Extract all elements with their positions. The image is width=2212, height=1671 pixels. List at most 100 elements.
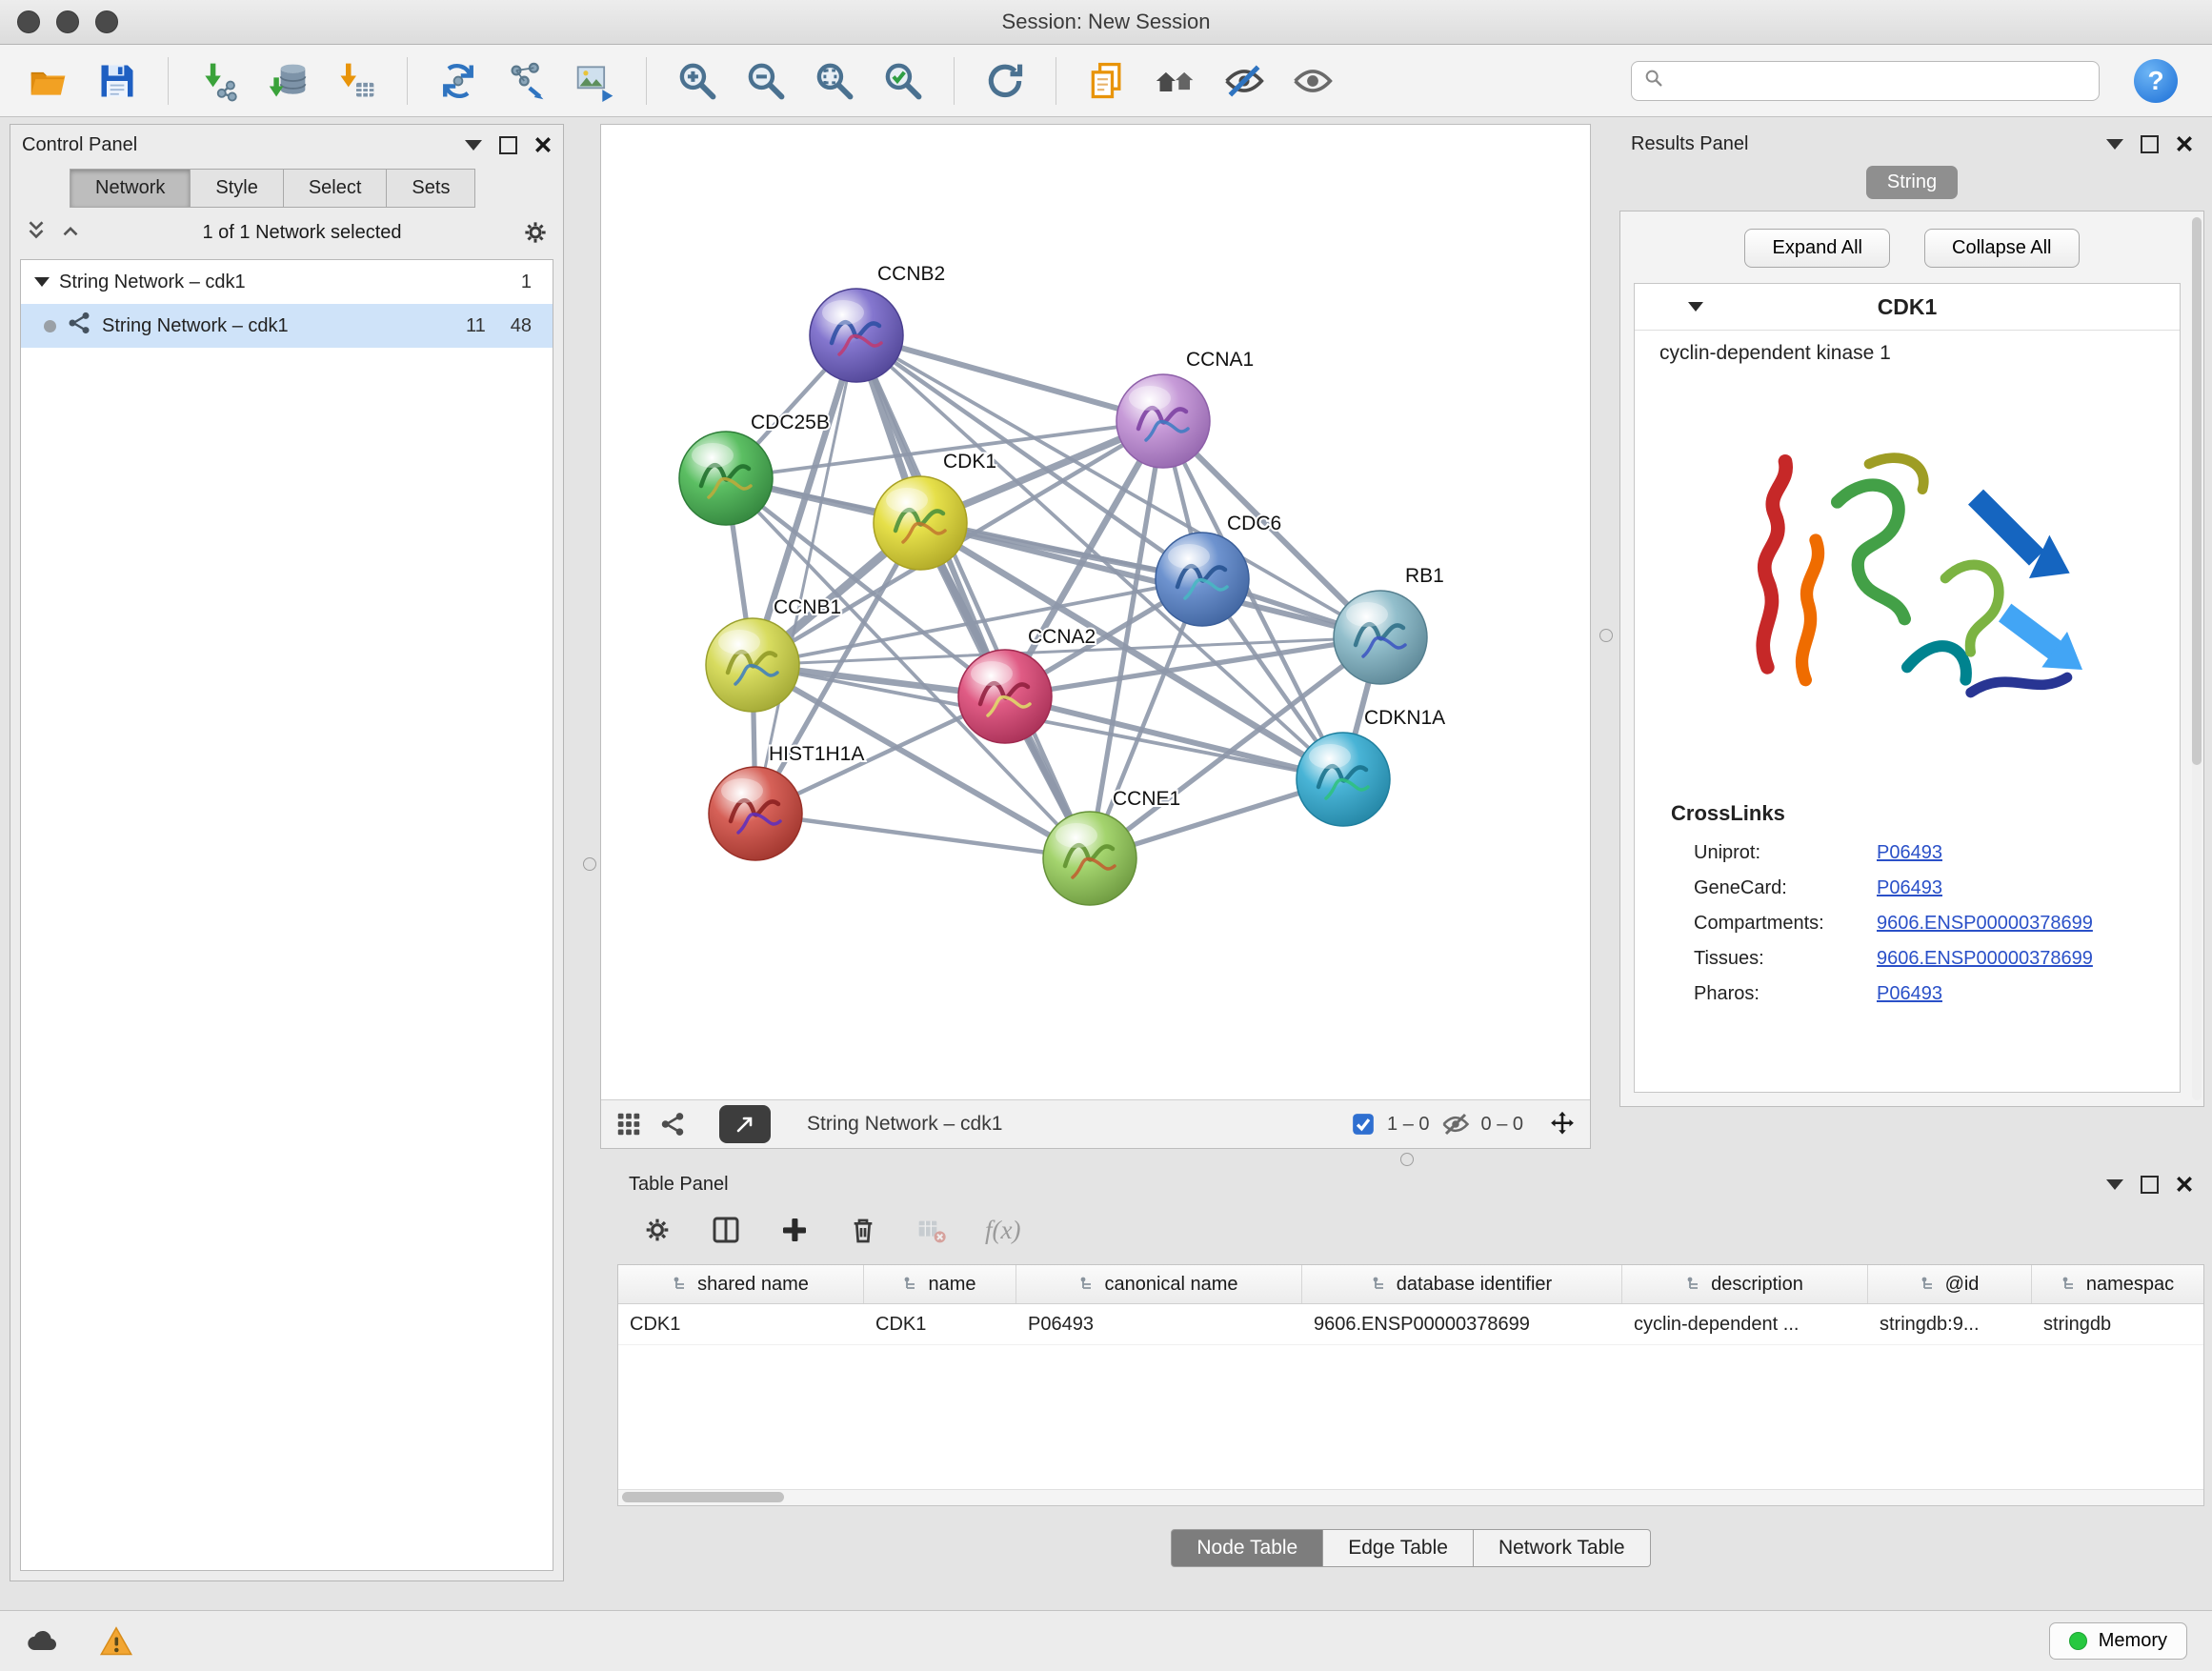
- new-network-from-selection-button[interactable]: [497, 52, 556, 110]
- vertical-splitter-handle[interactable]: [583, 857, 596, 871]
- table-row[interactable]: CDK1 CDK1 P06493 9606.ENSP00000378699 cy…: [618, 1304, 2203, 1345]
- column-header[interactable]: description: [1622, 1265, 1868, 1303]
- crosslink-link-genecard[interactable]: P06493: [1877, 877, 1942, 899]
- cell-database-identifier[interactable]: 9606.ENSP00000378699: [1302, 1314, 1622, 1336]
- network-node-CDKN1A[interactable]: CDKN1A: [1297, 707, 1445, 826]
- panel-float-icon[interactable]: [2106, 1179, 2123, 1190]
- home-overview-button[interactable]: [1146, 52, 1205, 110]
- zoom-in-button[interactable]: [668, 52, 727, 110]
- minimize-window-icon[interactable]: [56, 10, 79, 33]
- search-input[interactable]: [1672, 69, 2087, 92]
- open-session-button[interactable]: [19, 52, 78, 110]
- panel-float-icon[interactable]: [465, 140, 482, 151]
- hidden-elements-eye-icon[interactable]: [1441, 1110, 1470, 1138]
- annotation-mode-button[interactable]: [719, 1105, 771, 1143]
- memory-button[interactable]: Memory: [2049, 1622, 2187, 1660]
- collapse-all-button[interactable]: Collapse All: [1924, 229, 2080, 268]
- horizontal-splitter-handle[interactable]: [1400, 1153, 1414, 1166]
- tab-edge-table[interactable]: Edge Table: [1323, 1529, 1474, 1567]
- cell-description[interactable]: cyclin-dependent ...: [1622, 1314, 1868, 1336]
- tab-string-results[interactable]: String: [1866, 166, 1958, 199]
- gear-icon[interactable]: [521, 218, 550, 247]
- tab-style[interactable]: Style: [191, 169, 283, 208]
- copy-document-button[interactable]: [1077, 52, 1136, 110]
- column-header[interactable]: shared name: [618, 1265, 864, 1303]
- vertical-splitter-handle[interactable]: [1599, 629, 1613, 642]
- network-collection-row[interactable]: String Network – cdk1 1: [21, 260, 553, 304]
- add-column-icon[interactable]: [779, 1215, 810, 1245]
- cell-id[interactable]: stringdb:9...: [1868, 1314, 2032, 1336]
- panel-maximize-icon[interactable]: [499, 136, 517, 154]
- refresh-button[interactable]: [975, 52, 1035, 110]
- collection-expand-icon[interactable]: [34, 277, 50, 287]
- protein-header[interactable]: CDK1: [1635, 284, 2180, 331]
- expand-tree-icon[interactable]: [24, 218, 49, 248]
- birds-eye-view-icon[interactable]: [614, 1110, 643, 1138]
- cell-canonical-name[interactable]: P06493: [1016, 1314, 1302, 1336]
- crosslink-link-compartments[interactable]: 9606.ENSP00000378699: [1877, 913, 2093, 935]
- column-header[interactable]: database identifier: [1302, 1265, 1622, 1303]
- warning-icon[interactable]: [99, 1624, 133, 1659]
- toolbar-separator: [954, 57, 955, 105]
- table-horizontal-scrollbar[interactable]: [618, 1489, 2203, 1505]
- network-node-CDK1[interactable]: CDK1: [874, 451, 996, 570]
- share-network-icon[interactable]: [658, 1110, 687, 1138]
- crosslink-link-uniprot[interactable]: P06493: [1877, 842, 1942, 864]
- network-edge[interactable]: [755, 335, 856, 814]
- table-settings-gear-icon[interactable]: [642, 1215, 673, 1245]
- tab-select[interactable]: Select: [284, 169, 388, 208]
- column-header[interactable]: namespac: [2032, 1265, 2203, 1303]
- show-hide-button[interactable]: [1215, 52, 1274, 110]
- panel-float-icon[interactable]: [2106, 139, 2123, 150]
- help-button[interactable]: ?: [2134, 59, 2178, 103]
- crosslink-link-tissues[interactable]: 9606.ENSP00000378699: [1877, 948, 2093, 970]
- export-image-button[interactable]: [566, 52, 625, 110]
- import-network-from-file-button[interactable]: [190, 52, 249, 110]
- show-columns-icon[interactable]: [711, 1215, 741, 1245]
- panel-close-icon[interactable]: [2176, 135, 2193, 152]
- expand-all-button[interactable]: Expand All: [1744, 229, 1890, 268]
- tab-node-table[interactable]: Node Table: [1171, 1529, 1323, 1567]
- column-header[interactable]: canonical name: [1016, 1265, 1302, 1303]
- tab-sets[interactable]: Sets: [387, 169, 475, 208]
- import-network-from-database-button[interactable]: [258, 52, 317, 110]
- eye-button[interactable]: [1283, 52, 1342, 110]
- save-session-button[interactable]: [88, 52, 147, 110]
- network-graph[interactable]: CCNB2CCNA1CDC25BCDK1CDC6RB1CCNB1CCNA2CDK…: [601, 125, 1590, 1095]
- crosslink-link-pharos[interactable]: P06493: [1877, 983, 1942, 1005]
- zoom-fit-button[interactable]: [805, 52, 864, 110]
- cell-name[interactable]: CDK1: [864, 1314, 1016, 1336]
- tab-network-table[interactable]: Network Table: [1474, 1529, 1651, 1567]
- selected-nodes-checkbox-icon[interactable]: [1351, 1112, 1376, 1137]
- cell-namespace[interactable]: stringdb: [2032, 1314, 2203, 1336]
- network-node-CCNB2[interactable]: CCNB2: [810, 263, 945, 382]
- clone-network-button[interactable]: [429, 52, 488, 110]
- close-window-icon[interactable]: [17, 10, 40, 33]
- column-header[interactable]: name: [864, 1265, 1016, 1303]
- panel-maximize-icon[interactable]: [2141, 135, 2159, 153]
- cloud-icon[interactable]: [25, 1624, 59, 1659]
- panel-maximize-icon[interactable]: [2141, 1176, 2159, 1194]
- zoom-out-button[interactable]: [736, 52, 795, 110]
- import-table-button[interactable]: [327, 52, 386, 110]
- tab-network[interactable]: Network: [70, 169, 191, 208]
- pan-move-icon[interactable]: [1548, 1110, 1577, 1138]
- zoom-selected-button[interactable]: [874, 52, 933, 110]
- zoom-window-icon[interactable]: [95, 10, 118, 33]
- network-node-CCNA1[interactable]: CCNA1: [1116, 349, 1254, 468]
- network-tree: String Network – cdk1 1 String Network –…: [20, 259, 553, 1571]
- collapse-tree-icon[interactable]: [58, 218, 83, 248]
- panel-close-icon[interactable]: [534, 136, 552, 153]
- column-header[interactable]: @id: [1868, 1265, 2032, 1303]
- results-scrollbar[interactable]: [2192, 217, 2202, 1100]
- network-canvas[interactable]: CCNB2CCNA1CDC25BCDK1CDC6RB1CCNB1CCNA2CDK…: [601, 125, 1590, 1099]
- network-row[interactable]: String Network – cdk1 11 48: [21, 304, 553, 348]
- panel-close-icon[interactable]: [2176, 1176, 2193, 1193]
- network-node-RB1[interactable]: RB1: [1334, 565, 1444, 684]
- network-edge[interactable]: [755, 814, 1090, 858]
- cell-shared-name[interactable]: CDK1: [618, 1314, 864, 1336]
- network-node-HIST1H1A[interactable]: HIST1H1A: [709, 743, 864, 860]
- network-edge[interactable]: [856, 335, 1090, 858]
- table-panel: Table Panel: [617, 1167, 2204, 1610]
- delete-column-trash-icon[interactable]: [848, 1215, 878, 1245]
